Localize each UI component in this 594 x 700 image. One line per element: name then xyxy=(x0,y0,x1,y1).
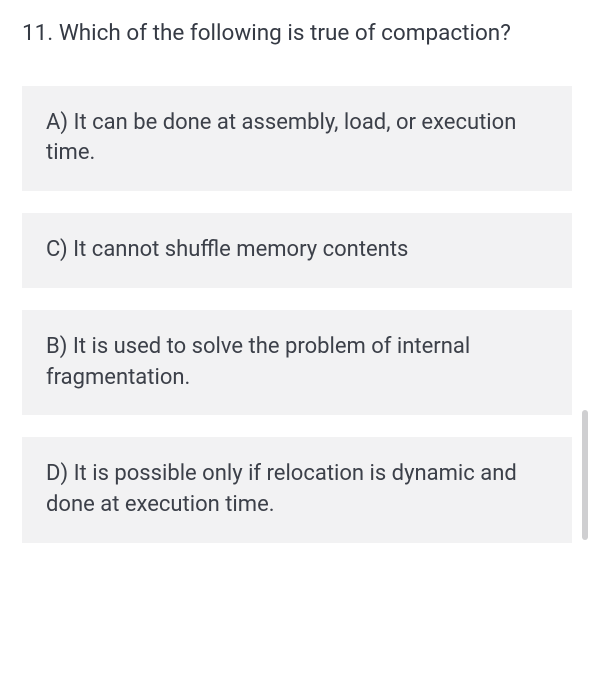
question-body: Which of the following is true of compac… xyxy=(59,20,511,46)
option-label: A) xyxy=(46,110,68,135)
option-b[interactable]: B) It is used to solve the problem of in… xyxy=(22,310,572,416)
option-text: It can be done at assembly, load, or exe… xyxy=(46,110,516,166)
option-d[interactable]: D) It is possible only if relocation is … xyxy=(22,437,572,543)
option-label: B) xyxy=(46,334,67,359)
option-a[interactable]: A) It can be done at assembly, load, or … xyxy=(22,86,572,192)
option-label: D) xyxy=(46,461,68,486)
option-text: It is possible only if relocation is dyn… xyxy=(46,461,517,517)
scrollbar[interactable] xyxy=(582,410,588,540)
question-text: 11. Which of the following is true of co… xyxy=(22,18,572,50)
quiz-container: 11. Which of the following is true of co… xyxy=(0,0,594,543)
question-number: 11. xyxy=(22,20,53,46)
option-c[interactable]: C) It cannot shuffle memory contents xyxy=(22,213,572,288)
option-text: It is used to solve the problem of inter… xyxy=(46,334,470,390)
options-list: A) It can be done at assembly, load, or … xyxy=(22,86,572,544)
option-label: C) xyxy=(46,237,68,262)
option-text: It cannot shuffle memory contents xyxy=(73,237,408,262)
